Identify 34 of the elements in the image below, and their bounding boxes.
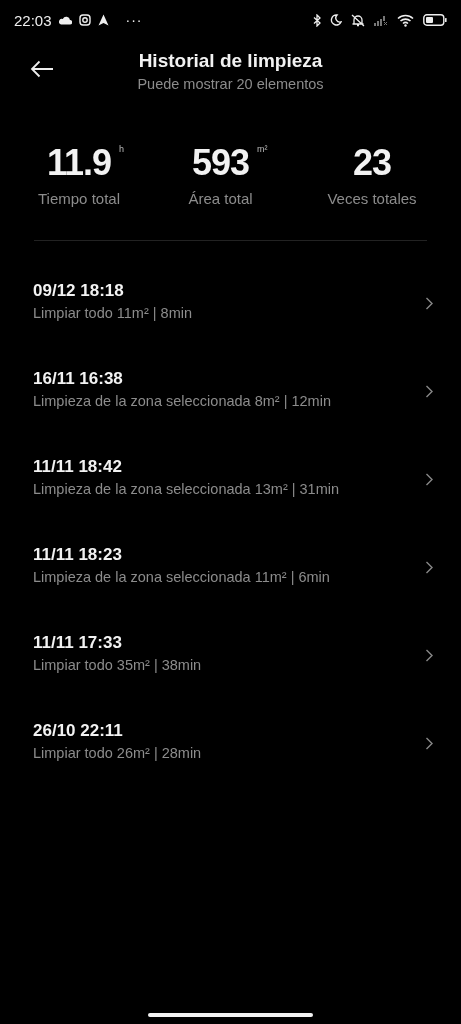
back-icon[interactable]: [30, 60, 54, 78]
stat-unit: h: [119, 144, 125, 154]
history-item[interactable]: 16/11 16:38 Limpieza de la zona seleccionada 8m² | 12min: [0, 369, 461, 457]
history-item[interactable]: 09/12 18:18 Limpiar todo 11m² | 8min: [0, 281, 461, 369]
status-time: 22:03: [14, 11, 52, 29]
navigation-icon: [97, 14, 109, 26]
history-item[interactable]: 11/11 18:23 Limpieza de la zona seleccionada 11m² | 6min: [0, 545, 461, 633]
history-item[interactable]: 11/11 18:42 Limpieza de la zona seleccionada 13m² | 31min: [0, 457, 461, 545]
history-item[interactable]: 26/10 22:11 Limpiar todo 26m² | 28min: [0, 721, 461, 809]
chevron-right-icon: [425, 737, 433, 750]
chevron-right-icon: [425, 385, 433, 398]
chevron-right-icon: [425, 297, 433, 310]
chevron-right-icon: [425, 649, 433, 662]
camera-icon: [78, 14, 91, 26]
stat-label: Área total: [188, 190, 253, 207]
history-item[interactable]: 11/11 17:33 Limpiar todo 35m² | 38min: [0, 633, 461, 721]
stat-value: 23: [352, 142, 391, 184]
page-subtitle: Puede mostrar 20 elementos: [137, 76, 324, 92]
moon-icon: [330, 14, 342, 26]
battery-icon: [423, 14, 447, 26]
stat-value: 593: [191, 142, 250, 184]
chevron-right-icon: [425, 561, 433, 574]
bluetooth-icon: [313, 13, 321, 27]
stat-value: 11.9: [46, 142, 112, 184]
wifi-icon: [397, 13, 414, 27]
bell-off-icon: [351, 13, 365, 27]
more-indicator: ···: [125, 12, 143, 28]
signal-icon: [374, 14, 388, 26]
stat-label: Veces totales: [327, 190, 417, 207]
cloud-icon: [58, 15, 72, 25]
chevron-right-icon: [425, 473, 433, 486]
page-title: Historial de limpieza: [138, 50, 323, 72]
stat-label: Tiempo total: [38, 190, 120, 207]
stat-unit: m²: [257, 144, 268, 154]
